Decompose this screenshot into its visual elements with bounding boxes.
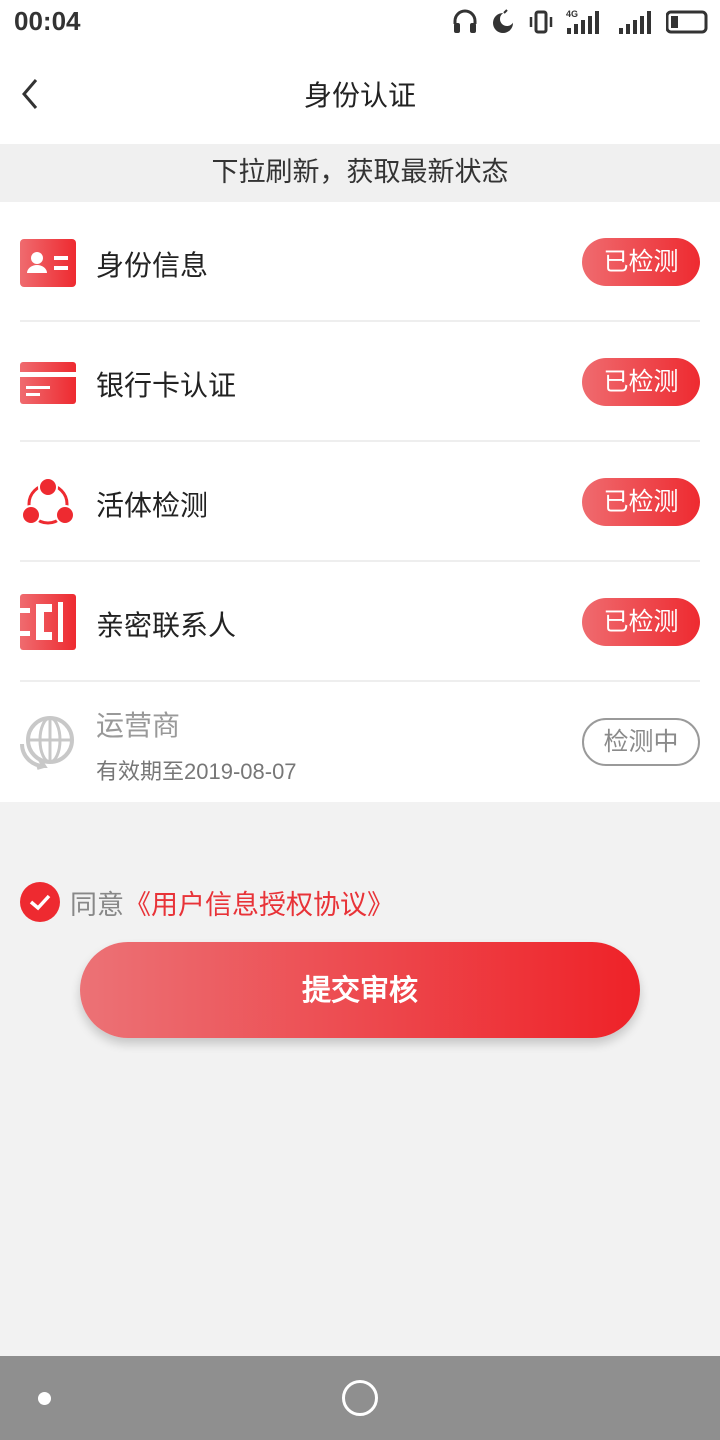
item-label: 银行卡认证 <box>96 369 237 402</box>
list-item-id-info[interactable]: 身份信息 已检测 <box>0 202 720 322</box>
nav-menu-button[interactable] <box>38 1392 51 1405</box>
list-item-carrier[interactable]: 运营商 有效期至2019-08-07 检测中 <box>0 682 720 802</box>
status-badge: 检测中 <box>582 718 700 766</box>
id-card-icon <box>20 239 76 287</box>
signal-icon <box>618 9 654 35</box>
headset-icon <box>452 8 478 36</box>
list-item-contacts[interactable]: 亲密联系人 已检测 <box>0 562 720 682</box>
status-badge: 已检测 <box>582 598 700 646</box>
status-badge: 已检测 <box>582 238 700 286</box>
submit-button[interactable]: 提交审核 <box>80 942 640 1038</box>
status-icons: 4G <box>452 6 708 38</box>
item-label: 亲密联系人 <box>96 609 237 642</box>
vibrate-icon <box>528 9 554 35</box>
system-nav-bar <box>0 1356 720 1440</box>
bank-card-icon <box>20 362 76 404</box>
face-detect-icon <box>21 478 75 525</box>
status-bar: 00:04 4G <box>0 0 720 44</box>
status-badge: 已检测 <box>582 358 700 406</box>
do-not-disturb-icon <box>490 9 516 35</box>
signal-4g-icon: 4G <box>566 8 606 36</box>
battery-icon <box>666 10 708 34</box>
status-badge: 已检测 <box>582 478 700 526</box>
agreement-link[interactable]: 《用户信息授权协议》 <box>124 883 394 922</box>
page-title: 身份认证 <box>303 79 416 112</box>
nav-home-button[interactable] <box>342 1380 378 1416</box>
item-label: 身份信息 <box>96 249 209 282</box>
list-item-liveness[interactable]: 活体检测 已检测 <box>0 442 720 562</box>
checkbox-checked-icon[interactable] <box>20 882 60 922</box>
agreement-prefix: 同意 <box>70 889 124 921</box>
status-time: 00:04 <box>14 6 81 36</box>
verification-list: 身份信息 已检测 银行卡认证 已检测 活体检测 已检测 亲密联系人 已检测 运营… <box>0 202 720 802</box>
carrier-globe-icon <box>20 716 74 770</box>
refresh-banner: 下拉刷新，获取最新状态 <box>0 144 720 202</box>
svg-text:4G: 4G <box>566 9 578 19</box>
item-validity: 有效期至2019-08-07 <box>96 759 297 784</box>
contacts-icon <box>20 594 76 650</box>
item-label: 运营商 <box>96 709 181 742</box>
item-label: 活体检测 <box>96 489 209 522</box>
nav-bar: 身份认证 <box>0 44 720 144</box>
agreement-row: 同意 《用户信息授权协议》 <box>20 881 394 923</box>
list-item-bank-card[interactable]: 银行卡认证 已检测 <box>0 322 720 442</box>
